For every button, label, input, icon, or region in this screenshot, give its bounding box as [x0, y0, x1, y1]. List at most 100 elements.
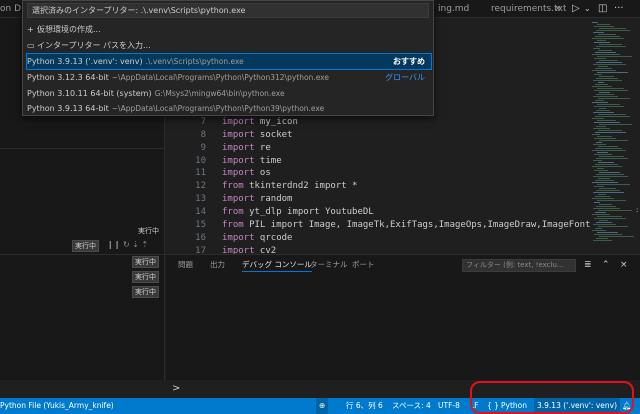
debug-controls[interactable]: ❙❙ ↻ ⇣ ⇡ [107, 240, 148, 249]
minimap-line [593, 176, 628, 177]
minimap-line [592, 22, 598, 23]
console-prompt[interactable]: > [172, 383, 180, 394]
global-tag: グローバル [385, 73, 425, 82]
code-line: from tkinterdnd2 import * [222, 180, 357, 193]
create-env-label: 仮想環境の作成... [37, 25, 101, 34]
interpreter-path: G:\Msys2\mingw64\bin\python.exe [154, 89, 285, 98]
zoom-icon[interactable]: ⊕ [316, 398, 329, 414]
status-eol[interactable]: LF [470, 398, 479, 414]
console-filter-input[interactable]: フィルター (例: text, !exclu... [462, 259, 576, 272]
bottom-panel: 問題 出力 デバッグ コンソール ターミナル ポート フィルター (例: tex… [166, 254, 640, 394]
status-run-target[interactable]: Python File (Yukis_Army_knife) [0, 398, 114, 414]
minimap-line [598, 226, 628, 227]
interpreter-item[interactable]: Python 3.9.13 ('.venv': venv) .\.venv\Scr… [26, 53, 432, 70]
line-number: 11 [195, 168, 206, 179]
interpreter-item[interactable]: Python 3.10.11 64-bit (system) G:\Msys2\m… [27, 86, 431, 101]
tab-debug-console[interactable]: デバッグ コンソール [242, 259, 312, 272]
play-icon[interactable]: ▷ [572, 0, 580, 18]
minimap-line [597, 56, 632, 57]
interpreter-name: Python 3.9.13 64-bit [27, 104, 109, 113]
tab-readme[interactable]: ing.md [438, 0, 478, 18]
close-icon[interactable]: × [554, 0, 562, 18]
minimap-line [593, 80, 622, 81]
minimap[interactable] [590, 18, 636, 254]
interpreter-item[interactable]: Python 3.9.13 64-bit ~\AppData\Local\Prog… [27, 102, 431, 115]
chevron-down-icon[interactable]: ⌄ [584, 0, 591, 18]
status-cursor-position[interactable]: 行 6、列 6 [346, 398, 383, 414]
minimap-line [595, 228, 602, 229]
code-line: import time [222, 155, 282, 168]
minimap-line [592, 86, 612, 87]
code-editor[interactable]: 7 8 9 10 11 12 13 14 15 16 17 import my_icon import… [166, 116, 590, 254]
maximize-panel-icon[interactable]: ⌃ [602, 259, 610, 271]
tab-problems[interactable]: 問題 [178, 259, 193, 271]
minimap-line [597, 24, 610, 25]
create-env-item[interactable]: + 仮想環境の作成... [27, 22, 431, 37]
interpreter-search-input[interactable]: 選択済みのインタープリター: .\.venv\Scripts\python.ex… [27, 3, 429, 18]
keyword: from [222, 206, 244, 217]
minimap-line [596, 94, 614, 95]
minimap-line [594, 26, 614, 27]
tab-partial[interactable]: on D [0, 0, 22, 18]
minimap-line [594, 42, 610, 43]
minimap-line [598, 162, 614, 163]
status-indentation[interactable]: スペース: 4 [392, 398, 431, 414]
minimap-line [593, 64, 626, 65]
minimap-line [596, 110, 610, 111]
code-text: cv2 [254, 245, 277, 255]
minimap-line [595, 164, 618, 165]
keyword: import [222, 194, 255, 205]
tab-terminal[interactable]: ターミナル [310, 259, 348, 271]
minimap-line [598, 50, 612, 51]
line-number: 8 [200, 129, 206, 140]
minimap-line [594, 234, 622, 235]
tab-output[interactable]: 出力 [210, 259, 225, 271]
keyword: import [222, 232, 255, 243]
minimap-line [599, 236, 634, 237]
notifications-icon[interactable]: 🔔︎ [622, 398, 632, 414]
minimap-line [596, 174, 624, 175]
minimap-line [599, 28, 626, 29]
minimap-line [596, 206, 616, 207]
clear-console-icon[interactable]: ≣ [584, 259, 592, 271]
enter-path-item[interactable]: ▭ インタープリター パスを入力... [27, 38, 431, 53]
minimap-line [594, 90, 628, 91]
status-encoding[interactable]: UTF-8 [438, 398, 460, 414]
line-number: 9 [200, 142, 206, 153]
add-icon: + [27, 25, 34, 34]
minimap-line [597, 152, 608, 153]
close-panel-icon[interactable]: × [620, 259, 628, 271]
python-icon: { } [487, 401, 499, 410]
minimap-line [598, 210, 632, 211]
interpreter-path: .\.venv\Scripts\python.exe [145, 57, 244, 66]
minimap-line [594, 74, 602, 75]
running-badge: 実行中 [132, 286, 159, 298]
minimap-line [592, 118, 604, 119]
line-number: 7 [200, 117, 206, 127]
minimap-line [595, 196, 610, 197]
minimap-line [596, 78, 618, 79]
minimap-line [595, 116, 630, 117]
more-actions-button[interactable]: ··· [614, 0, 624, 18]
minimap-line [597, 40, 606, 41]
keyword: from [222, 219, 244, 230]
tab-ports[interactable]: ポート [352, 259, 375, 271]
minimap-line [593, 32, 604, 33]
minimap-line [595, 212, 606, 213]
minimap-line [594, 170, 608, 171]
status-interpreter[interactable]: 3.9.13 ('.venv': venv) [534, 398, 620, 414]
interpreter-path: ~\AppData\Local\Programs\Python\Python31… [111, 73, 329, 82]
running-badge: 実行中 [132, 271, 159, 283]
minimap-line [597, 136, 612, 137]
minimap-line [599, 76, 614, 77]
line-number: 14 [195, 206, 206, 217]
line-number: 17 [195, 245, 206, 255]
split-editor-icon[interactable]: ◫ [598, 0, 607, 18]
minimap-line [595, 84, 608, 85]
code-text: re [254, 142, 271, 153]
minimap-line [598, 98, 630, 99]
interpreter-item[interactable]: Python 3.12.3 64-bit ~\AppData\Local\Prog… [27, 70, 431, 85]
line-number: 12 [195, 181, 206, 192]
status-language[interactable]: Python [501, 398, 527, 414]
minimap-line [592, 150, 626, 151]
